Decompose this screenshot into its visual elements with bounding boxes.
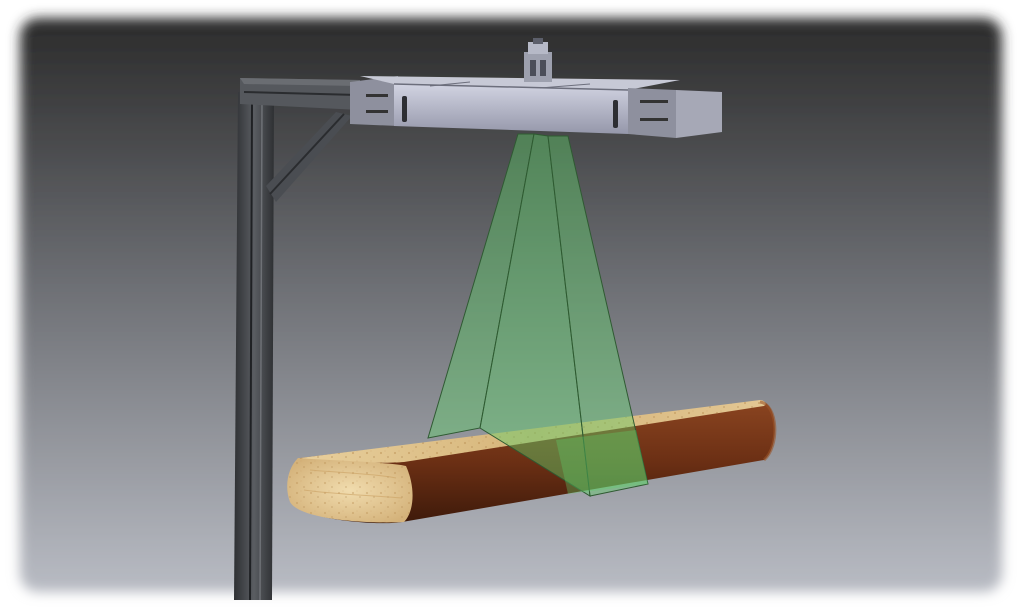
camera-module <box>524 38 552 82</box>
housing-latch-left <box>402 96 407 122</box>
scanner-mount-right <box>628 88 676 138</box>
gantry-post-icon <box>234 92 274 600</box>
housing-latch-right <box>613 100 618 128</box>
scene-canvas <box>0 0 1020 609</box>
scanner-mount-left <box>350 76 398 126</box>
beam-footprint <box>556 430 648 494</box>
